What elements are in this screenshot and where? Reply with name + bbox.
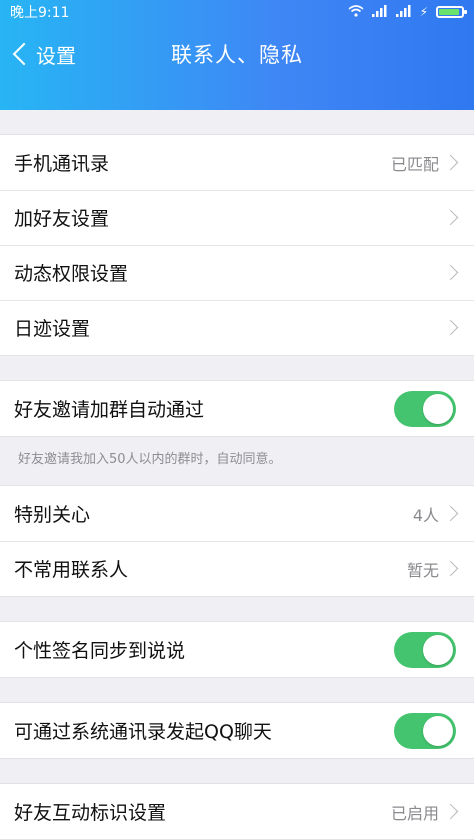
status-time: 晚上9:11 [10, 5, 70, 21]
add-friend-label: 加好友设置 [14, 208, 110, 230]
navigation-bar: 设置 联系人、隐私 [0, 24, 474, 84]
feed-permission-label: 动态权限设置 [14, 263, 129, 285]
feed-permission-row[interactable]: 动态权限设置 [0, 245, 474, 300]
signal-icon-2 [395, 4, 412, 20]
status-icons: ⚡ [348, 4, 467, 20]
header: 晚上9:11 ⚡ 设置 联系人、隐私 [0, 0, 474, 110]
system-chat-row: 可通过系统通讯录发起QQ聊天 [0, 703, 474, 758]
signature-group: 个性签名同步到说说 [0, 621, 474, 678]
battery-icon [436, 6, 467, 18]
rare-contacts-value: 暂无 [406, 560, 439, 580]
chevron-right-icon [442, 264, 459, 281]
signature-sync-row: 个性签名同步到说说 [0, 622, 474, 677]
add-friend-row[interactable]: 加好友设置 [0, 190, 474, 245]
page-title: 联系人、隐私 [171, 43, 303, 67]
signal-icon [371, 4, 388, 20]
signature-sync-toggle[interactable] [394, 631, 456, 668]
back-button[interactable]: 设置 [10, 24, 76, 84]
phone-contacts-row[interactable]: 手机通讯录 已匹配 [0, 135, 474, 190]
signature-sync-label: 个性签名同步到说说 [14, 640, 186, 662]
contacts-group: 手机通讯录 已匹配 加好友设置 动态权限设置 日迹设置 [0, 134, 474, 356]
system-chat-group: 可通过系统通讯录发起QQ聊天 [0, 702, 474, 759]
status-bar: 晚上9:11 ⚡ [0, 0, 474, 24]
phone-contacts-label: 手机通讯录 [14, 153, 110, 175]
auto-join-label: 好友邀请加群自动通过 [14, 399, 205, 421]
care-group: 特别关心 4人 不常用联系人 暂无 [0, 485, 474, 597]
chevron-right-icon [442, 319, 459, 336]
group-invite-group: 好友邀请加群自动通过 [0, 380, 474, 437]
interaction-badge-value: 已启用 [390, 803, 439, 823]
interaction-group: 好友互动标识设置 已启用 [0, 783, 474, 840]
special-care-row[interactable]: 特别关心 4人 [0, 486, 474, 541]
system-chat-toggle[interactable] [394, 712, 456, 749]
special-care-value: 4人 [412, 505, 439, 525]
back-label: 设置 [36, 43, 76, 68]
rare-contacts-row[interactable]: 不常用联系人 暂无 [0, 541, 474, 596]
auto-join-toggle[interactable] [394, 390, 456, 427]
rare-contacts-label: 不常用联系人 [14, 559, 129, 581]
auto-join-hint: 好友邀请我加入50人以内的群时，自动同意。 [18, 452, 282, 467]
interaction-badge-label: 好友互动标识设置 [14, 802, 167, 824]
special-care-label: 特别关心 [14, 504, 91, 526]
footprint-label: 日迹设置 [14, 318, 91, 340]
chevron-right-icon [442, 154, 459, 171]
footprint-row[interactable]: 日迹设置 [0, 300, 474, 355]
wifi-icon [348, 4, 364, 20]
charging-icon: ⚡ [419, 5, 428, 19]
phone-contacts-value: 已匹配 [390, 154, 439, 174]
auto-join-row: 好友邀请加群自动通过 [0, 381, 474, 436]
chevron-right-icon [442, 803, 459, 820]
chevron-left-icon [12, 42, 36, 66]
chevron-right-icon [442, 209, 459, 226]
chevron-right-icon [442, 560, 459, 577]
chevron-right-icon [442, 505, 459, 522]
system-chat-label: 可通过系统通讯录发起QQ聊天 [14, 721, 272, 743]
interaction-badge-row[interactable]: 好友互动标识设置 已启用 [0, 784, 474, 839]
